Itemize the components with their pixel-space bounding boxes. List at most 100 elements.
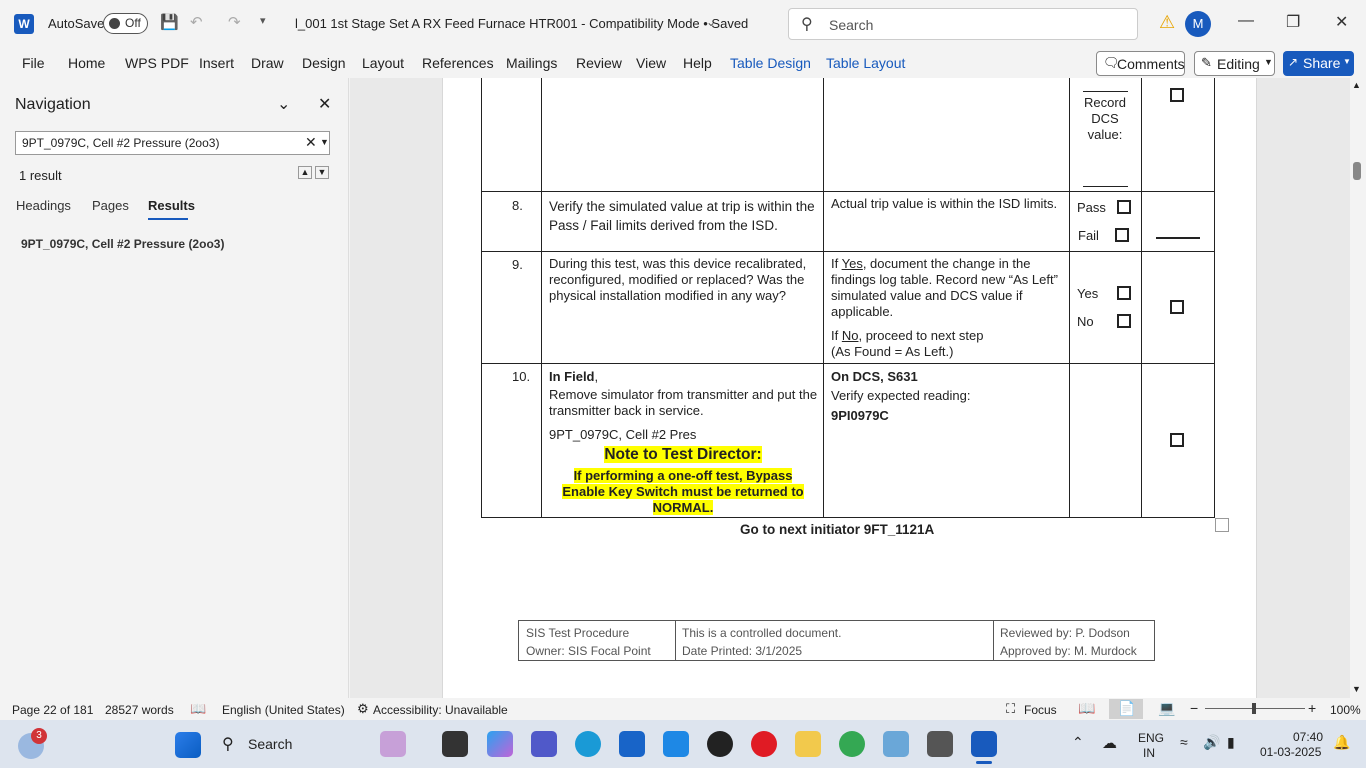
tab-view[interactable]: View	[636, 55, 666, 71]
tab-insert[interactable]: Insert	[199, 55, 234, 71]
fail-checkbox[interactable]	[1115, 228, 1129, 242]
focus-mode[interactable]: Focus	[1024, 703, 1057, 717]
store-icon[interactable]	[619, 731, 645, 757]
accessibility-status[interactable]: Accessibility: Unavailable	[373, 703, 508, 717]
navigation-title: Navigation	[15, 96, 91, 113]
if-text-2: If	[831, 328, 842, 343]
tab-file[interactable]: File	[22, 55, 45, 71]
zoom-slider-thumb[interactable]	[1252, 703, 1256, 714]
footer-date-printed: Date Printed: 3/1/2025	[682, 644, 803, 658]
tab-home[interactable]: Home	[68, 55, 105, 71]
minimize-icon[interactable]: —	[1238, 12, 1254, 30]
row7-checkbox[interactable]	[1170, 88, 1184, 102]
previous-result-icon[interactable]: ▲	[298, 166, 312, 179]
tab-help[interactable]: Help	[683, 55, 712, 71]
opera-icon[interactable]	[751, 731, 777, 757]
next-result-icon[interactable]: ▼	[315, 166, 329, 179]
proofing-icon[interactable]: 📖	[190, 701, 206, 717]
tab-design[interactable]: Design	[302, 55, 346, 71]
search-dropdown-icon[interactable]: ▼	[320, 137, 329, 147]
dell-icon[interactable]	[707, 731, 733, 757]
clock-date[interactable]: 01-03-2025	[1260, 745, 1321, 759]
row10-signoff-checkbox[interactable]	[1170, 433, 1184, 447]
tab-layout[interactable]: Layout	[362, 55, 404, 71]
remote-desktop-icon[interactable]	[927, 731, 953, 757]
scroll-thumb[interactable]	[1353, 162, 1361, 180]
clear-search-icon[interactable]: ✕	[305, 134, 317, 151]
notifications-icon[interactable]: 🔔	[1333, 734, 1350, 751]
nav-result-item[interactable]: 9PT_0979C, Cell #2 Pressure (2oo3)	[21, 237, 224, 251]
zoom-level[interactable]: 100%	[1330, 703, 1361, 717]
nav-tab-headings[interactable]: Headings	[16, 198, 71, 213]
web-layout-icon[interactable]: 💻	[1158, 700, 1175, 717]
save-icon[interactable]: 💾	[160, 13, 179, 31]
print-layout-icon[interactable]: 📄	[1118, 700, 1135, 717]
nav-options-chevron-icon[interactable]: ⌄	[277, 94, 290, 114]
search-input[interactable]: ⚲ Search	[788, 8, 1138, 40]
tab-references[interactable]: References	[422, 55, 494, 71]
zoom-in-icon[interactable]: +	[1308, 700, 1316, 716]
no-underlined: No	[841, 328, 859, 343]
redo-icon[interactable]: ↷	[228, 13, 241, 31]
comments-button[interactable]: 🗨 Comments	[1096, 51, 1185, 76]
table-resize-handle[interactable]	[1215, 518, 1229, 532]
row9-signoff-checkbox[interactable]	[1170, 300, 1184, 314]
share-button[interactable]: ↗ Share ▼	[1283, 51, 1354, 76]
customize-qat-icon[interactable]: ▾	[260, 14, 266, 27]
editing-button[interactable]: ✎ Editing ▼	[1194, 51, 1275, 76]
tray-chevron-icon[interactable]: ⌃	[1072, 734, 1084, 751]
language[interactable]: English (United States)	[222, 703, 345, 717]
scroll-down-icon[interactable]: ▼	[1352, 684, 1361, 694]
zoom-out-icon[interactable]: −	[1190, 700, 1198, 716]
read-mode-icon[interactable]: 📖	[1078, 700, 1095, 717]
tab-wps-pdf[interactable]: WPS PDF	[125, 55, 189, 71]
tab-mailings[interactable]: Mailings	[506, 55, 557, 71]
undo-icon[interactable]: ↶	[190, 13, 203, 31]
nav-search-input[interactable]: 9PT_0979C, Cell #2 Pressure (2oo3) ✕ ▼	[15, 131, 330, 155]
yes-checkbox[interactable]	[1117, 286, 1131, 300]
battery-icon[interactable]: ▮	[1227, 734, 1235, 751]
title-chevron-down-icon[interactable]: ⌄	[706, 15, 716, 29]
language-primary[interactable]: ENG	[1138, 731, 1164, 745]
search-placeholder: Search	[829, 17, 874, 33]
word-count[interactable]: 28527 words	[105, 703, 174, 717]
start-icon[interactable]	[175, 732, 201, 758]
taskbar-search[interactable]: Search	[248, 736, 292, 752]
autosave-toggle[interactable]: Off	[103, 13, 148, 34]
close-icon[interactable]: ✕	[1335, 12, 1348, 32]
app-icon[interactable]	[883, 731, 909, 757]
tab-table-layout[interactable]: Table Layout	[826, 55, 905, 71]
table-col-line-2	[823, 78, 824, 518]
nav-tab-results[interactable]: Results	[148, 198, 195, 213]
edge-icon[interactable]	[575, 731, 601, 757]
teams-icon[interactable]	[531, 731, 557, 757]
word-taskbar-icon[interactable]	[971, 731, 997, 757]
file-explorer-icon[interactable]	[795, 731, 821, 757]
focus-icon: ⛶	[1006, 701, 1016, 716]
language-secondary[interactable]: IN	[1143, 746, 1155, 760]
power-automate-icon[interactable]	[663, 731, 689, 757]
wifi-icon[interactable]: ≈	[1180, 734, 1188, 750]
copilot-icon[interactable]	[487, 731, 513, 757]
nav-close-icon[interactable]: ✕	[318, 94, 331, 114]
clock-time[interactable]: 07:40	[1293, 730, 1323, 744]
no-checkbox[interactable]	[1117, 314, 1131, 328]
widgets-icon[interactable]	[380, 731, 406, 757]
volume-icon[interactable]: 🔊	[1203, 734, 1220, 751]
scroll-up-icon[interactable]: ▲	[1352, 80, 1361, 90]
nav-tab-pages[interactable]: Pages	[92, 198, 129, 213]
page-count[interactable]: Page 22 of 181	[12, 703, 93, 717]
task-view-icon[interactable]	[442, 731, 468, 757]
chrome-icon[interactable]	[839, 731, 865, 757]
avatar[interactable]: M	[1185, 11, 1211, 37]
document-title[interactable]: l_001 1st Stage Set A RX Feed Furnace HT…	[295, 16, 748, 31]
maximize-icon[interactable]: ❐	[1286, 12, 1300, 32]
tab-draw[interactable]: Draw	[251, 55, 284, 71]
autosave-state: Off	[125, 16, 141, 30]
table-col-line-3	[1069, 78, 1070, 518]
tab-table-design[interactable]: Table Design	[730, 55, 811, 71]
network-drive-icon[interactable]: ☁	[1102, 734, 1117, 752]
pass-checkbox[interactable]	[1117, 200, 1131, 214]
tab-review[interactable]: Review	[576, 55, 622, 71]
warning-icon[interactable]: ⚠	[1159, 12, 1175, 33]
